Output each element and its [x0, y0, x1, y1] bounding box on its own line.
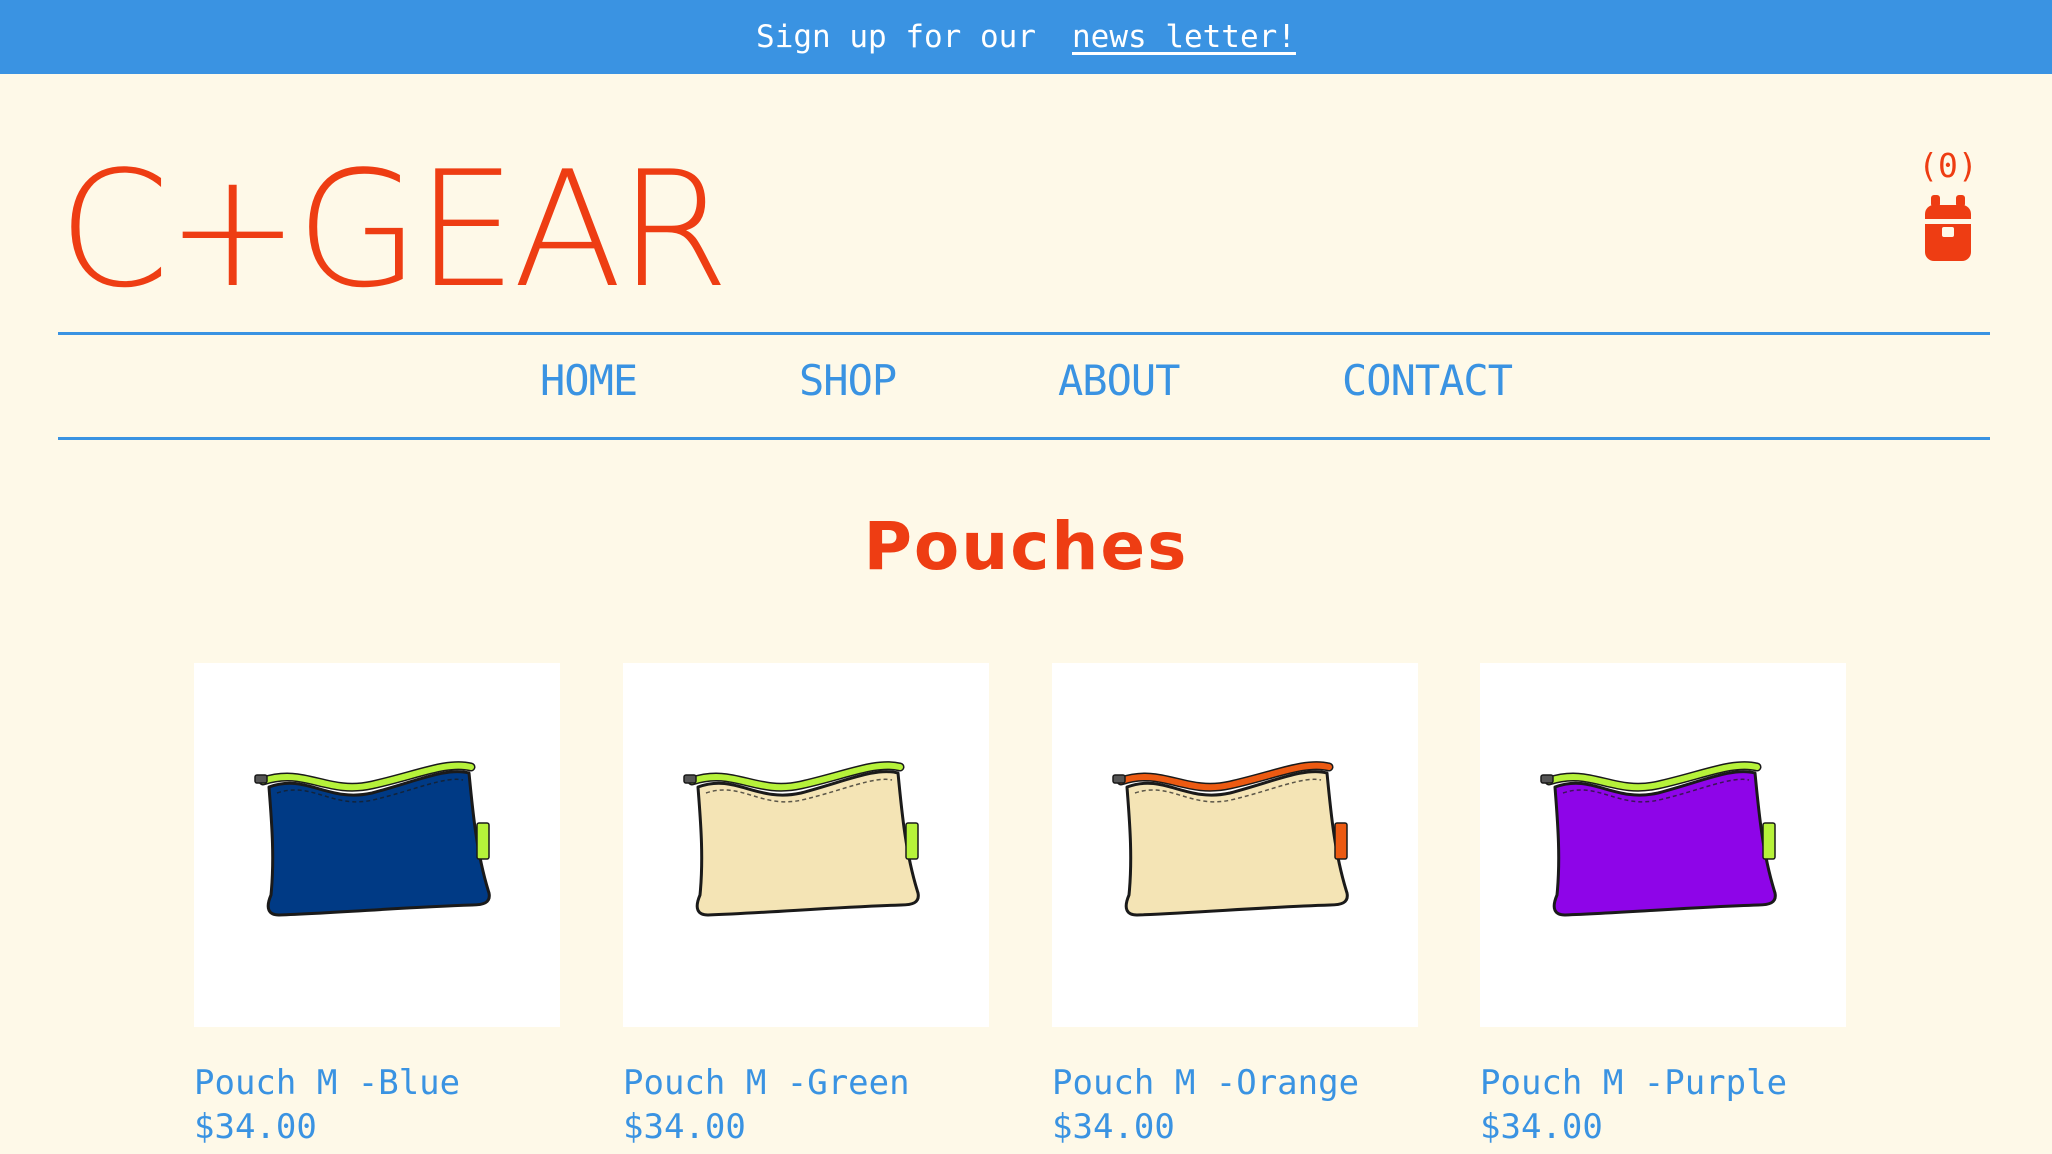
product-image[interactable] — [1480, 663, 1846, 1027]
pouch-illustration — [1540, 761, 1777, 917]
product-card[interactable]: Pouch M -Orange $34.00 — [1052, 663, 1418, 1149]
pouch-body — [266, 770, 491, 917]
pouch-tab — [1334, 822, 1348, 860]
product-card[interactable]: Pouch M -Blue $34.00 — [194, 663, 560, 1149]
pouch-illustration — [254, 761, 491, 917]
nav-item-about[interactable]: ABOUT — [1058, 356, 1180, 405]
newsletter-link[interactable]: news letter! — [1072, 19, 1296, 55]
nav-item-contact[interactable]: CONTACT — [1342, 356, 1513, 405]
product-image[interactable] — [194, 663, 560, 1027]
pouch-body — [1124, 770, 1349, 917]
pouch-tab — [1762, 822, 1776, 860]
product-card[interactable]: Pouch M -Purple $34.00 — [1480, 663, 1846, 1149]
product-image[interactable] — [623, 663, 989, 1027]
announcement-bar: Sign up for our news letter! — [0, 0, 2052, 74]
main-nav: HOME SHOP ABOUT CONTACT — [0, 356, 2052, 412]
logo[interactable]: C+GEAR — [58, 150, 729, 310]
nav-divider-top — [58, 332, 1990, 335]
pouch-body — [695, 770, 920, 917]
nav-item-shop[interactable]: SHOP — [799, 356, 897, 405]
pouch-zipper-pull — [1540, 774, 1554, 784]
cart-count: (0) — [1918, 146, 1978, 185]
pouch-tab — [476, 822, 490, 860]
product-name[interactable]: Pouch M -Blue — [194, 1061, 560, 1105]
cart-button[interactable]: (0) — [1912, 146, 1984, 263]
pouch-illustration — [683, 761, 920, 917]
product-card[interactable]: Pouch M -Green $34.00 — [623, 663, 989, 1149]
announcement-text: Sign up for our — [756, 19, 1036, 55]
pouch-tab — [905, 822, 919, 860]
product-image[interactable] — [1052, 663, 1418, 1027]
product-price: $34.00 — [194, 1107, 317, 1147]
pouch-zipper-pull — [254, 774, 268, 784]
product-name[interactable]: Pouch M -Orange — [1052, 1061, 1418, 1105]
pouch-illustration — [1112, 761, 1349, 917]
page-title: Pouches — [863, 508, 1189, 585]
nav-item-home[interactable]: HOME — [540, 356, 638, 405]
pouch-body — [1552, 770, 1777, 917]
product-name[interactable]: Pouch M -Green — [623, 1061, 989, 1105]
product-price: $34.00 — [623, 1107, 746, 1147]
nav-divider-bottom — [58, 437, 1990, 440]
product-price: $34.00 — [1480, 1107, 1603, 1147]
pouch-zipper-pull — [1112, 774, 1126, 784]
backpack-icon — [1925, 195, 1971, 261]
product-price: $34.00 — [1052, 1107, 1175, 1147]
pouch-zipper-pull — [683, 774, 697, 784]
product-name[interactable]: Pouch M -Purple — [1480, 1061, 1846, 1105]
